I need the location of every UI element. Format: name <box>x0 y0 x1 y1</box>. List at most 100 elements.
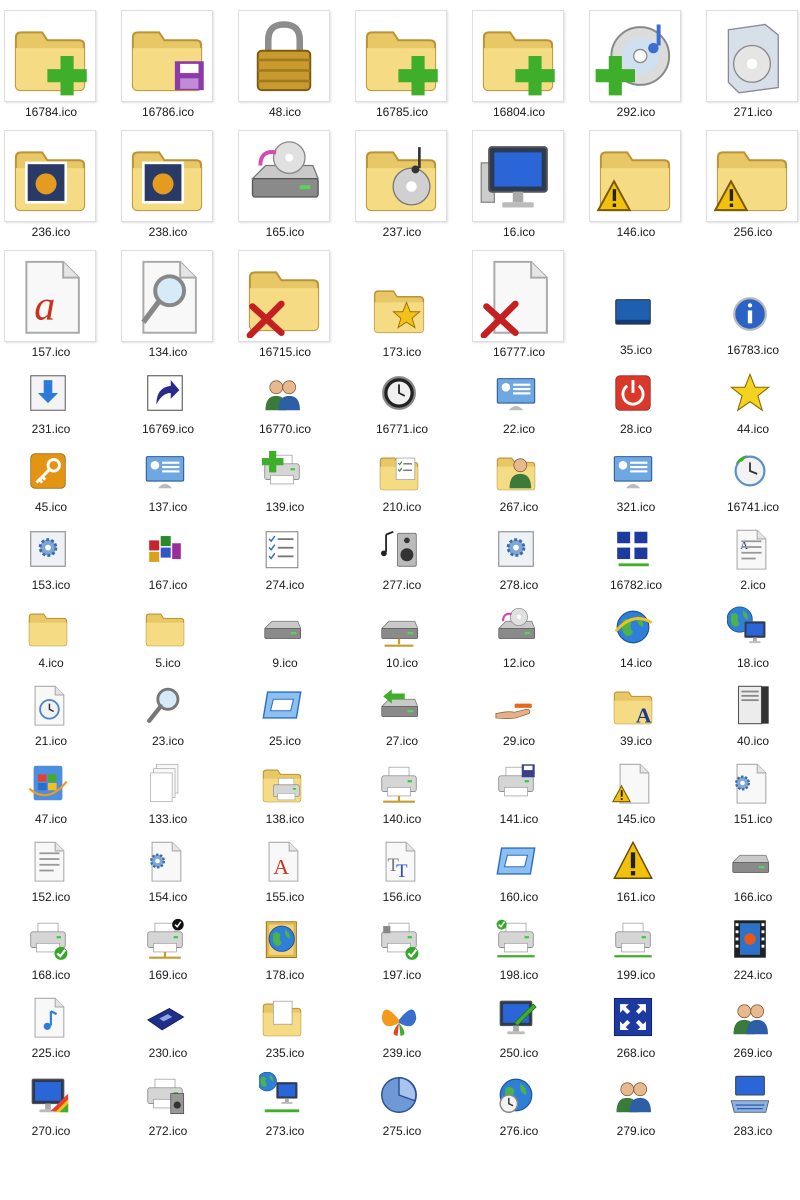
icon-label: 155.ico <box>265 890 305 904</box>
users-icon <box>258 369 306 417</box>
printer-check-icon <box>24 915 72 963</box>
icon-label: 28.ico <box>619 422 653 436</box>
icon-label: 151.ico <box>733 812 773 826</box>
folder-icon <box>24 603 72 651</box>
icon-label: 16.ico <box>502 225 536 239</box>
font-a-icon: A <box>258 837 306 885</box>
icon-label: 236.ico <box>31 225 71 239</box>
key-icon <box>24 447 72 495</box>
icon-label: 2.ico <box>740 578 766 592</box>
icon-label: 250.ico <box>499 1046 539 1060</box>
users-icon <box>609 1071 657 1119</box>
hard-drive-icon <box>726 837 774 885</box>
clock-icon <box>375 369 423 417</box>
icon-label: 48.ico <box>268 105 302 119</box>
icon-label: 137.ico <box>148 500 188 514</box>
icon-label: 22.ico <box>502 422 536 436</box>
computer-keyboard-icon <box>726 1071 774 1119</box>
icon-label: 273.ico <box>265 1124 305 1138</box>
icon-label: 167.ico <box>148 578 188 592</box>
monitor-colors-icon <box>24 1071 72 1119</box>
icon-label: 25.ico <box>268 734 302 748</box>
svg-text:A: A <box>273 855 289 879</box>
document-settings-icon <box>726 759 774 807</box>
icon-label: 237.ico <box>382 225 422 239</box>
icon-label: 16783.ico <box>726 343 780 357</box>
star-icon <box>726 369 774 417</box>
pie-chart-icon <box>375 1071 423 1119</box>
folder-open-documents-icon <box>258 993 306 1041</box>
clock-restore-icon <box>726 447 774 495</box>
shared-hand-icon <box>492 681 540 729</box>
folder-users-icon <box>492 447 540 495</box>
icon-label: 16777.ico <box>492 345 546 359</box>
folder-favorite-icon <box>367 276 431 340</box>
hard-drive-icon <box>258 603 306 651</box>
icon-label: 154.ico <box>148 890 188 904</box>
icon-label: 16785.ico <box>375 105 429 119</box>
icon-label: 256.ico <box>733 225 773 239</box>
icon-label: 274.ico <box>265 578 305 592</box>
icon-label: 16782.ico <box>609 578 663 592</box>
drive-arrow-icon <box>375 681 423 729</box>
svg-text:A: A <box>636 703 652 727</box>
icon-label: 16715.ico <box>258 345 312 359</box>
blocks-icon <box>141 525 189 573</box>
icon-label: 199.ico <box>616 968 656 982</box>
network-printer-icon <box>375 759 423 807</box>
desktop-icon <box>609 290 657 338</box>
users-icon <box>726 993 774 1041</box>
icon-label: 29.ico <box>502 734 536 748</box>
document-clock-icon <box>24 681 72 729</box>
icon-label: 141.ico <box>499 812 539 826</box>
icon-label: 279.ico <box>616 1124 656 1138</box>
icon-label: 277.ico <box>382 578 422 592</box>
network-drive-icon <box>375 603 423 651</box>
icon-label: 145.ico <box>616 812 656 826</box>
software-box-icon <box>706 10 798 102</box>
icon-label: 230.ico <box>148 1046 188 1060</box>
warning-icon <box>609 837 657 885</box>
folder-add-icon <box>4 10 96 102</box>
icon-label: 40.ico <box>736 734 770 748</box>
folder-add-icon <box>355 10 447 102</box>
svg-text:a: a <box>34 284 55 330</box>
icon-label: 235.ico <box>265 1046 305 1060</box>
printer-speaker-icon <box>141 1071 189 1119</box>
icon-label: 133.ico <box>148 812 188 826</box>
icon-label: 267.ico <box>499 500 539 514</box>
fax-check-icon <box>375 915 423 963</box>
fax-network-icon <box>609 915 657 963</box>
icon-label: 4.ico <box>38 656 64 670</box>
internet-globe-icon <box>609 603 657 651</box>
icon-label: 35.ico <box>619 343 653 357</box>
icon-label: 168.ico <box>31 968 71 982</box>
icon-label: 225.ico <box>31 1046 71 1060</box>
download-arrow-icon <box>24 369 72 417</box>
checklist-icon <box>258 525 306 573</box>
icon-label: 272.ico <box>148 1124 188 1138</box>
icon-label: 45.ico <box>34 500 68 514</box>
padlock-icon <box>238 10 330 102</box>
folder-delete-icon <box>238 250 330 342</box>
folder-icon <box>141 603 189 651</box>
icon-label: 275.ico <box>382 1124 422 1138</box>
folder-warning-icon <box>706 130 798 222</box>
cd-music-add-icon <box>589 10 681 102</box>
icon-label: 156.ico <box>382 890 422 904</box>
folder-save-icon <box>121 10 213 102</box>
network-computers-icon <box>258 1071 306 1119</box>
document-settings-icon <box>141 837 189 885</box>
control-panel-icon <box>492 369 540 417</box>
folder-pictures-icon <box>4 130 96 222</box>
printer-add-icon <box>258 447 306 495</box>
icon-label: 169.ico <box>148 968 188 982</box>
icon-label: 47.ico <box>34 812 68 826</box>
icon-label: 166.ico <box>733 890 773 904</box>
globe-book-icon <box>258 915 306 963</box>
shortcut-arrow-icon <box>141 369 189 417</box>
icon-label: 269.ico <box>733 1046 773 1060</box>
icon-label: 153.ico <box>31 578 71 592</box>
floppy-disk-icon <box>141 993 189 1041</box>
icon-label: 16770.ico <box>258 422 312 436</box>
